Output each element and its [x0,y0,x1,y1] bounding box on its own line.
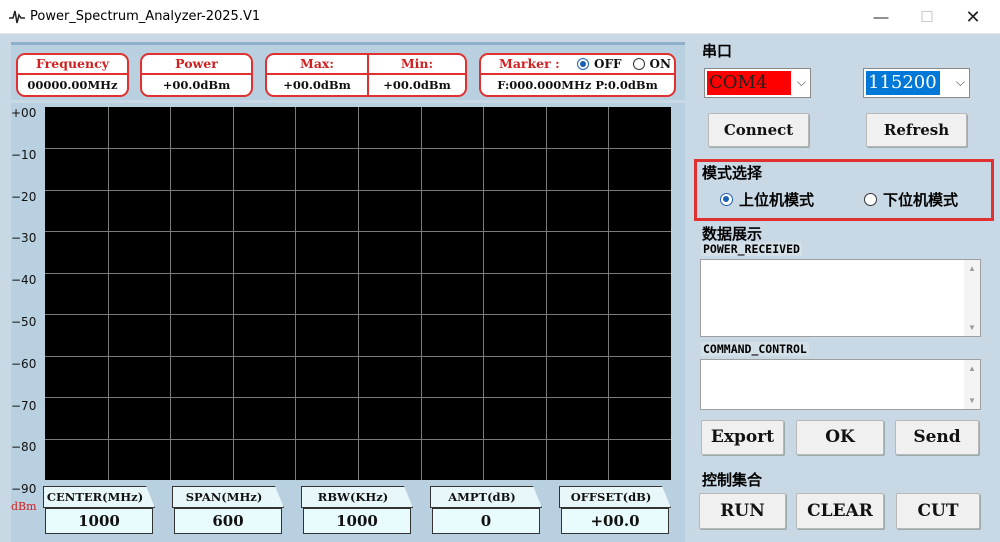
upper-mode-option[interactable]: 上位机模式 [720,189,814,210]
param-value[interactable]: 0 [432,508,540,534]
maximize-button[interactable]: ☐ [904,0,950,34]
y-tick-label: −20 [11,189,37,204]
y-tick-label: −50 [11,315,37,329]
y-tick-label: +00 [11,106,37,120]
power-received-textbox[interactable]: ▲ ▼ [700,259,981,337]
y-tick-label: −90 [11,482,37,497]
grid-line-vertical [170,107,171,480]
baud-value: 115200 [866,71,940,95]
refresh-button[interactable]: Refresh [866,113,967,147]
window-title: Power_Spectrum_Analyzer-2025.V1 [30,9,261,24]
scroll-down-icon[interactable]: ▼ [968,323,976,332]
clear-button[interactable]: CLEAR [796,493,884,529]
param-label: OFFSET(dB) [559,486,671,508]
param-box: OFFSET(dB) +00.0 [559,486,671,534]
grid-line-horizontal [45,231,671,232]
y-tick-label: −40 [11,273,37,288]
send-button[interactable]: Send [895,420,979,455]
command-control-textbox[interactable]: ▲ ▼ [700,359,981,410]
param-value[interactable]: 1000 [303,508,411,534]
param-label: SPAN(MHz) [172,486,284,508]
param-label: AMPT(dB) [430,486,542,508]
grid-line-horizontal [45,439,671,440]
min-value: +00.0dBm [369,73,465,95]
grid-line-horizontal [45,314,671,315]
grid-line-horizontal [45,148,671,149]
power-indicator: Power +00.0dBm [140,53,253,97]
param-label: CENTER(MHz) [43,486,155,508]
marker-indicator: Marker : OFF ON F:000.000MHz P:0.0dBm [479,53,676,97]
scrollbar[interactable]: ▲ ▼ [964,360,980,409]
connect-button[interactable]: Connect [708,113,809,147]
grid-line-vertical [295,107,296,480]
param-label: RBW(KHz) [301,486,413,508]
power-received-label: POWER_RECEIVED [701,242,802,256]
grid-line-vertical [608,107,609,480]
port-value: COM4 [707,71,791,95]
param-value[interactable]: 600 [174,508,282,534]
data-section-title: 数据展示 [702,225,763,243]
grid-line-vertical [546,107,547,480]
marker-radio-group: OFF ON [577,57,671,71]
cut-button[interactable]: CUT [896,493,980,529]
param-box: AMPT(dB) 0 [430,486,542,534]
upper-mode-label: 上位机模式 [739,191,815,209]
grid-line-vertical [421,107,422,480]
power-value: +00.0dBm [142,73,251,95]
lower-mode-radio[interactable] [864,193,877,206]
minimize-button[interactable]: — [858,0,904,34]
marker-value: F:000.000MHz P:0.0dBm [481,73,674,95]
y-axis-unit: dBm [11,500,37,513]
max-value: +00.0dBm [267,73,367,95]
app-waveform-icon [9,10,25,24]
param-box: SPAN(MHz) 600 [172,486,284,534]
grid-line-horizontal [45,356,671,357]
param-value[interactable]: +00.0 [561,508,669,534]
grid-line-vertical [483,107,484,480]
scrollbar[interactable]: ▲ ▼ [964,260,980,336]
y-tick-label: −10 [11,147,37,162]
y-tick-label: −60 [11,356,37,371]
y-tick-label: −30 [11,231,37,246]
y-tick-label: −80 [11,440,37,455]
spectrum-plot[interactable] [45,107,671,480]
upper-mode-radio[interactable] [720,193,733,206]
lower-mode-label: 下位机模式 [883,191,959,209]
grid-line-horizontal [45,397,671,398]
serial-section-title: 串口 [702,42,733,60]
export-button[interactable]: Export [701,420,784,455]
marker-on-radio[interactable] [632,58,645,70]
lower-mode-option[interactable]: 下位机模式 [864,189,958,210]
title-bar: Power_Spectrum_Analyzer-2025.V1 — ☐ ✕ [0,0,1000,34]
max-min-indicator: Max: +00.0dBm Min: +00.0dBm [265,53,467,97]
frequency-value: 00000.00MHz [18,73,127,95]
marker-off-radio[interactable] [577,58,589,70]
param-box: RBW(KHz) 1000 [301,486,413,534]
scroll-down-icon[interactable]: ▼ [968,396,976,405]
param-box: CENTER(MHz) 1000 [43,486,155,534]
ok-button[interactable]: OK [796,420,884,455]
y-tick-label: −70 [11,398,37,413]
grid-line-vertical [108,107,109,480]
mode-section-title: 模式选择 [702,164,763,182]
scroll-up-icon[interactable]: ▲ [968,264,976,273]
port-select[interactable]: COM4 ⌵ [704,68,811,98]
control-section-title: 控制集合 [702,471,763,489]
chevron-down-icon: ⌵ [796,75,806,89]
grid-line-horizontal [45,273,671,274]
indicator-bar: Frequency 00000.00MHz Power +00.0dBm Max… [11,42,685,100]
marker-on-label: ON [649,57,671,71]
close-button[interactable]: ✕ [950,0,996,34]
baud-select[interactable]: 115200 ⌵ [863,68,970,98]
run-button[interactable]: RUN [699,493,786,529]
command-control-label: COMMAND_CONTROL [701,342,809,356]
chevron-down-icon: ⌵ [955,75,965,89]
frequency-indicator: Frequency 00000.00MHz [16,53,129,97]
param-value[interactable]: 1000 [45,508,153,534]
grid-line-vertical [233,107,234,480]
grid-line-horizontal [45,190,671,191]
scroll-up-icon[interactable]: ▲ [968,364,976,373]
marker-off-label: OFF [594,57,622,71]
grid-line-vertical [358,107,359,480]
